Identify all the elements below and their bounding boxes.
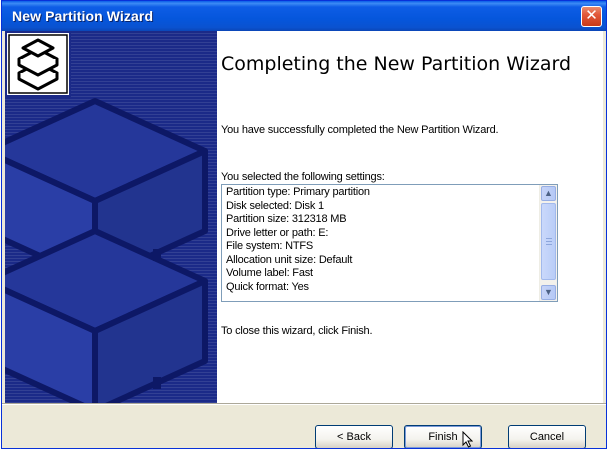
back-button[interactable]: < Back xyxy=(315,425,393,448)
setting-item: Disk selected: Disk 1 xyxy=(226,199,324,212)
vertical-scrollbar[interactable]: ▲ ▼ xyxy=(539,185,557,301)
settings-label: You selected the following settings: xyxy=(221,171,385,183)
close-button[interactable]: ✕ xyxy=(581,6,602,27)
scroll-down-button[interactable]: ▼ xyxy=(541,285,556,300)
setting-item: Partition type: Primary partition xyxy=(226,186,370,198)
page-title: Completing the New Partition Wizard xyxy=(221,53,572,75)
scroll-up-button[interactable]: ▲ xyxy=(541,186,556,201)
grip-line xyxy=(546,241,552,242)
settings-list-box[interactable]: Partition type: Primary partition Disk s… xyxy=(221,184,558,302)
mouse-cursor-icon xyxy=(462,431,473,448)
wizard-content: Completing the New Partition Wizard You … xyxy=(5,31,603,403)
chevron-up-icon: ▲ xyxy=(544,188,553,198)
window-title: New Partition Wizard xyxy=(12,8,154,24)
setting-item: Quick format: Yes xyxy=(226,280,309,293)
setting-item: Drive letter or path: E: xyxy=(226,226,329,239)
settings-list: Partition type: Primary partition Disk s… xyxy=(226,186,539,294)
title-bar[interactable]: New Partition Wizard ✕ xyxy=(2,1,606,31)
wizard-banner xyxy=(5,31,217,403)
close-hint: To close this wizard, click Finish. xyxy=(221,325,373,337)
wizard-window: New Partition Wizard ✕ Completing the Ne… xyxy=(1,0,607,449)
cancel-button[interactable]: Cancel xyxy=(508,425,586,448)
close-icon: ✕ xyxy=(585,7,598,24)
scroll-thumb[interactable] xyxy=(541,203,556,280)
success-message: You have successfully completed the New … xyxy=(221,124,499,136)
setting-item: Partition size: 312318 MB xyxy=(226,213,347,225)
partition-wizard-icon xyxy=(5,31,71,97)
setting-item: File system: NTFS xyxy=(226,240,314,252)
grip-line xyxy=(546,244,552,245)
setting-item: Allocation unit size: Default xyxy=(226,253,353,266)
footer-separator xyxy=(2,403,606,405)
setting-item: Volume label: Fast xyxy=(226,267,313,279)
chevron-down-icon: ▼ xyxy=(544,287,553,297)
grip-line xyxy=(546,238,552,239)
